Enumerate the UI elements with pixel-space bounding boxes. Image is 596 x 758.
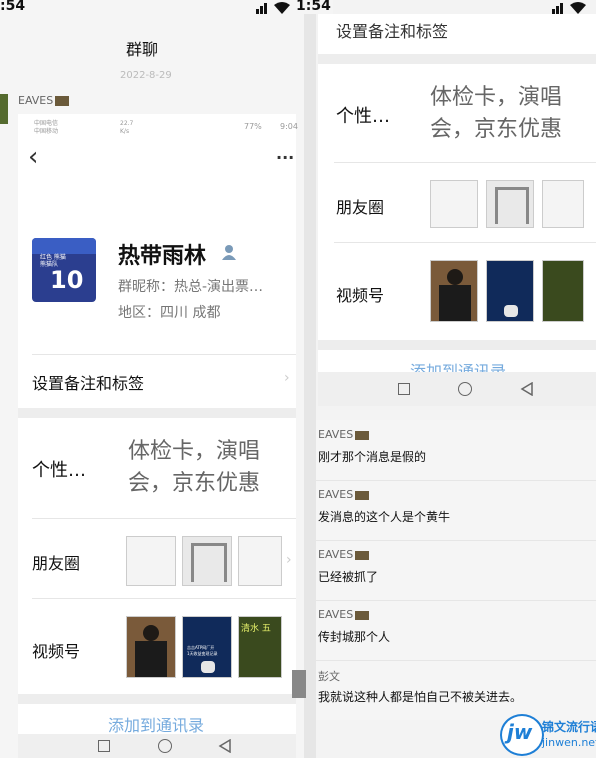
channels-thumb-1[interactable] <box>126 616 176 678</box>
remarks-label-cut: 设置备注和标签 <box>336 22 449 41</box>
sender-emoji-icon <box>55 96 70 106</box>
message-text: 我就说这种人都是怕自己不被关进去。 <box>318 690 523 704</box>
channels-thumb-3[interactable]: 清水 五 <box>238 616 282 678</box>
section-gap <box>318 54 596 64</box>
message-item[interactable]: EAVES 发消息的这个人是个黄牛 <box>316 480 596 538</box>
chevron-right-icon: › <box>284 370 290 386</box>
message-sender: 彭文 <box>318 670 340 683</box>
message-text: 刚才那个消息是假的 <box>318 450 427 464</box>
message-sender: EAVES <box>18 94 70 107</box>
seam <box>304 0 316 758</box>
profile-name: 热带雨林 <box>118 244 207 269</box>
sender-emoji-icon <box>355 610 370 620</box>
channels-thumb-1[interactable] <box>430 260 478 322</box>
thumb-caption-3: 清水 五 <box>241 624 271 634</box>
left-status-time: :54 <box>0 0 26 14</box>
message-text: 已经被抓了 <box>318 570 379 584</box>
sender-emoji-icon <box>355 490 370 500</box>
remarks-label: 设置备注和标签 <box>32 374 145 393</box>
moments-thumb-1[interactable] <box>126 536 176 586</box>
channels-row[interactable]: 视频号 <box>318 244 596 334</box>
channels-thumb-2[interactable]: 吉吉ATP网厂开 1天收益变现记录 <box>182 616 232 678</box>
channels-thumb-2[interactable] <box>486 260 534 322</box>
recent-apps-icon[interactable] <box>398 383 410 395</box>
divider <box>32 354 296 355</box>
inner-speed-unit: K/s <box>120 128 130 135</box>
channels-row[interactable]: 视频号 吉吉ATP网厂开 1天收益变现记录 清水 五 <box>18 600 296 690</box>
signature-label: 个性… <box>336 106 390 127</box>
profile-region: 地区：四川 成都 <box>118 305 221 321</box>
moments-thumb-1[interactable] <box>430 180 478 228</box>
inner-battery: 77% <box>244 122 262 131</box>
shared-screenshot-2[interactable]: 设置备注和标签 个性… 体检卡，演唱会，京东优惠 朋友圈 视频号 添加到通讯录 <box>318 14 596 372</box>
message-text: 传封城那个人 <box>318 630 391 644</box>
divider <box>32 598 296 599</box>
inner-time: 9:04 <box>280 122 298 131</box>
moments-label: 朋友圈 <box>336 198 385 217</box>
channels-label: 视频号 <box>336 286 385 305</box>
section-gap <box>318 340 596 350</box>
divider <box>334 162 596 163</box>
recent-apps-icon[interactable] <box>98 740 110 752</box>
divider <box>334 242 596 243</box>
section-gap <box>18 694 296 704</box>
message-sender: EAVES <box>318 428 370 441</box>
right-nav-bar <box>318 372 596 406</box>
watermark-logo-letters: jw <box>507 720 533 744</box>
message-list: EAVES 刚才那个消息是假的 EAVES 发消息的这个人是个黄牛 EAVES … <box>316 420 596 720</box>
profile-avatar[interactable]: 红色 熊猫 熊猫队 10 <box>32 238 96 302</box>
message-sender: EAVES <box>318 608 370 621</box>
message-item[interactable]: 彭文 我就说这种人都是怕自己不被关进去。 <box>316 660 596 718</box>
avatar[interactable] <box>0 94 8 124</box>
moments-thumb-2[interactable] <box>486 180 534 228</box>
remarks-row[interactable]: 设置备注和标签 › <box>18 356 296 408</box>
watermark-logo: jw <box>500 714 544 756</box>
add-to-contacts-button[interactable]: 添加到通讯录 <box>410 358 506 372</box>
moments-thumb-2[interactable] <box>182 536 232 586</box>
back-nav-icon[interactable] <box>520 381 534 400</box>
right-status-time: 1:54 <box>294 0 333 14</box>
signature-text: 体检卡，演唱会，京东优惠 <box>128 439 261 496</box>
avatar[interactable] <box>292 670 306 698</box>
date-chip: 2022-8-29 <box>120 70 172 81</box>
message-item[interactable]: EAVES 已经被抓了 <box>316 540 596 598</box>
message-item[interactable]: EAVES 刚才那个消息是假的 <box>316 420 596 478</box>
profile-nickname: 群昵称：热总-演出票… <box>118 279 264 295</box>
more-icon[interactable]: ··· <box>276 148 294 167</box>
home-icon[interactable] <box>458 382 472 396</box>
section-gap <box>18 408 296 418</box>
watermark-name: 锦文流行语 <box>542 720 596 734</box>
inner-speed: 22.7 <box>120 120 134 127</box>
divider <box>32 518 296 519</box>
signature-label: 个性… <box>32 460 86 481</box>
message-item[interactable]: EAVES 传封城那个人 <box>316 600 596 658</box>
moments-thumb-3[interactable] <box>542 180 584 228</box>
message-text: 发消息的这个人是个黄牛 <box>318 510 451 524</box>
moments-thumb-3[interactable] <box>238 536 282 586</box>
back-nav-icon[interactable] <box>218 738 232 757</box>
thumb-caption-2: 1天收益变现记录 <box>187 651 218 656</box>
moments-row[interactable]: 朋友圈 <box>318 164 596 242</box>
moments-label: 朋友圈 <box>32 554 81 573</box>
avatar-jersey-number: 10 <box>50 266 84 294</box>
sender-emoji-icon <box>355 550 370 560</box>
chevron-right-icon: › <box>286 552 292 568</box>
watermark-url: jinwen.net <box>542 736 596 749</box>
left-nav-bar <box>18 734 296 758</box>
message-sender: EAVES <box>318 548 370 561</box>
profile-person-icon <box>222 244 236 264</box>
sender-emoji-icon <box>355 430 370 440</box>
channels-thumb-3[interactable] <box>542 260 584 322</box>
back-icon[interactable]: ‹ <box>28 142 38 172</box>
inner-carrier-1: 中国电信 <box>34 120 59 127</box>
inner-carrier-2: 中国移动 <box>34 128 59 135</box>
message-sender: EAVES <box>318 488 370 501</box>
add-to-contacts-button[interactable]: 添加到通讯录 <box>108 712 204 736</box>
channels-label: 视频号 <box>32 642 81 661</box>
chat-title: 群聊 <box>126 40 159 59</box>
moments-row[interactable]: 朋友圈 › <box>18 520 296 598</box>
shared-screenshot[interactable]: 中国电信 中国移动 22.7 K/s 77% 9:04 ‹ ··· 红色 熊猫 … <box>18 114 298 736</box>
signature-text: 体检卡，演唱会，京东优惠 <box>430 85 563 142</box>
home-icon[interactable] <box>158 739 172 753</box>
